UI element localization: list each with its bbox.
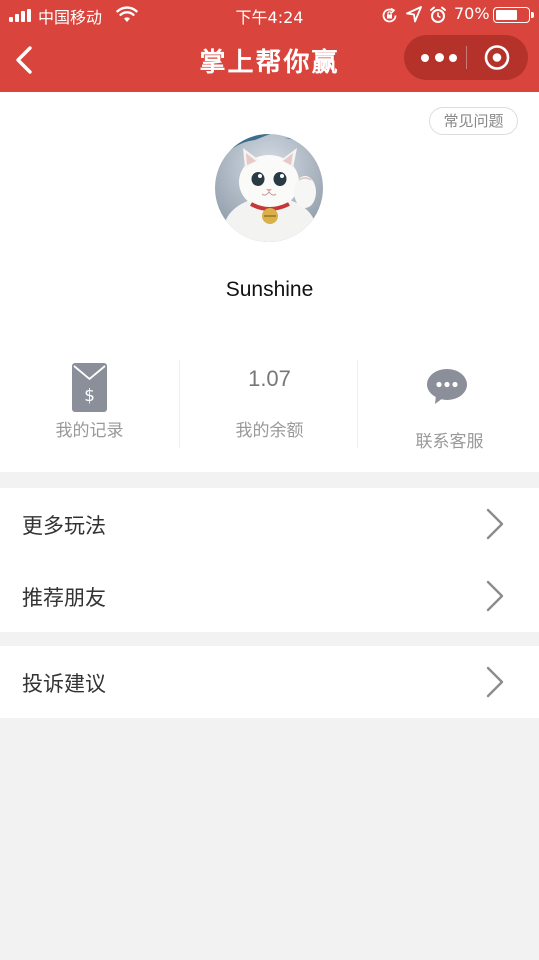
chevron-right-icon [486,508,504,540]
more-button[interactable] [412,35,466,80]
cat-avatar-image [215,134,323,242]
stat-divider [357,360,358,448]
mini-program-capsule [404,35,528,80]
menu-group-feedback: 投诉建议 [0,646,539,718]
menu-item-more-play[interactable]: 更多玩法 [0,488,539,560]
app-header: 中国移动 下午4:24 70% 掌上帮你赢 [0,0,539,92]
chevron-right-icon [486,580,504,612]
red-envelope-dollar-icon: $ [72,363,107,412]
capsule-divider [466,46,467,69]
target-close-icon [484,45,510,70]
my-records-button[interactable]: $ 我的记录 [0,358,179,448]
username: Sunshine [225,278,314,301]
rotation-lock-icon [382,7,397,23]
menu-item-label: 投诉建议 [22,672,106,696]
faq-button[interactable]: 常见问题 [429,107,518,135]
menu-item-complaints[interactable]: 投诉建议 [0,646,539,718]
battery-percent: 70% [454,4,490,23]
battery-icon [493,7,534,23]
alarm-icon [430,6,446,23]
profile-card: 常见问题 Sunshine $ 我的记录 1.07 我的余额 联系客服 [0,92,539,472]
menu-item-label: 更多玩法 [22,514,106,538]
svg-text:$: $ [84,386,95,406]
my-records-label: 我的记录 [55,421,124,441]
my-balance-label: 我的余额 [235,421,304,441]
balance-value: 1.07 [248,366,291,391]
contact-service-label: 联系客服 [415,432,484,452]
contact-service-button[interactable]: 联系客服 [360,358,539,452]
my-balance-button[interactable]: 1.07 我的余额 [180,358,359,448]
close-mini-program-button[interactable] [470,35,528,80]
chat-bubble-icon [427,369,467,404]
menu-item-recommend-friends[interactable]: 推荐朋友 [0,560,539,632]
chevron-right-icon [486,666,504,698]
menu-item-label: 推荐朋友 [22,586,106,610]
status-bar: 中国移动 下午4:24 70% [0,0,539,30]
location-icon [406,6,422,23]
avatar[interactable] [215,134,323,242]
menu-group-primary: 更多玩法 推荐朋友 [0,488,539,632]
